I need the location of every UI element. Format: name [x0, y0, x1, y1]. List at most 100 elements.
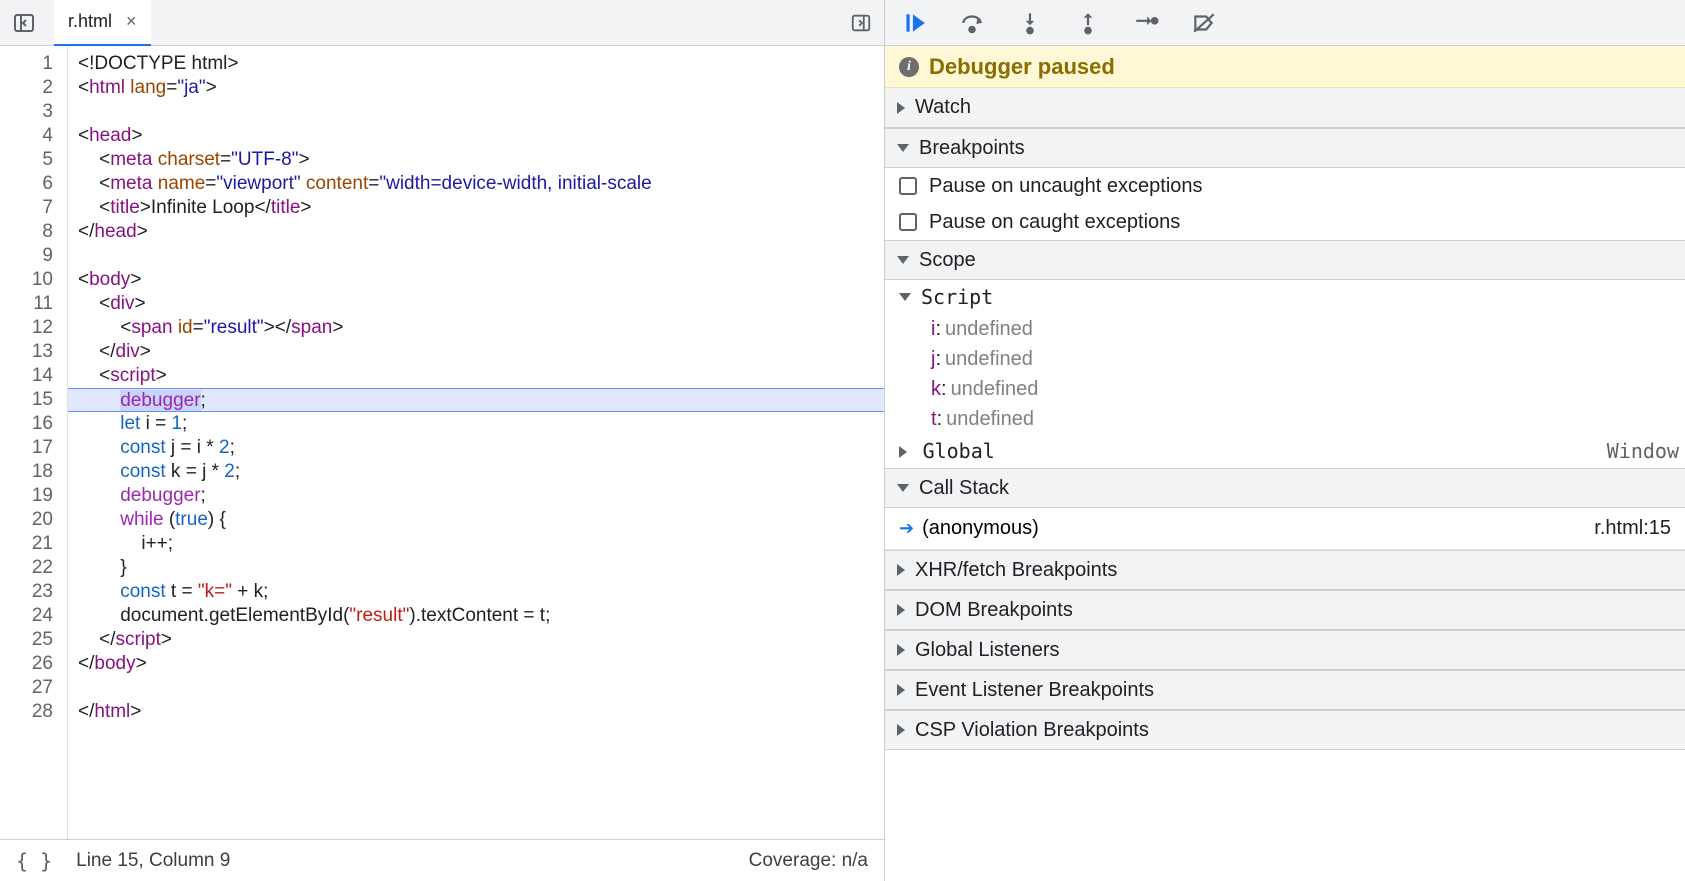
event-listener-breakpoints-header[interactable]: Event Listener Breakpoints	[885, 670, 1685, 710]
chevron-right-icon	[897, 604, 905, 616]
code-line[interactable]: let i = 1;	[78, 412, 884, 436]
step-out-button[interactable]	[1071, 6, 1105, 40]
code-line[interactable]: const t = "k=" + k;	[78, 580, 884, 604]
line-number[interactable]: 21	[0, 532, 53, 556]
code-line[interactable]: debugger;	[78, 484, 884, 508]
scope-script-row[interactable]: Script	[885, 280, 1685, 314]
code-line[interactable]: <meta name="viewport" content="width=dev…	[78, 172, 884, 196]
line-number[interactable]: 6	[0, 172, 53, 196]
chevron-down-icon	[899, 293, 911, 301]
code-line[interactable]: <script>	[78, 364, 884, 388]
code-line[interactable]: </body>	[78, 652, 884, 676]
pretty-print-button[interactable]: { }	[16, 849, 52, 873]
code-line[interactable]: document.getElementById("result").textCo…	[78, 604, 884, 628]
line-number[interactable]: 27	[0, 676, 53, 700]
code-line[interactable]	[78, 676, 884, 700]
line-number[interactable]: 23	[0, 580, 53, 604]
scope-variable-row[interactable]: i: undefined	[885, 314, 1685, 344]
scope-script-label: Script	[921, 285, 993, 309]
pause-uncaught-row[interactable]: Pause on uncaught exceptions	[885, 168, 1685, 204]
scope-variable-row[interactable]: j: undefined	[885, 344, 1685, 374]
scope-global-value: Window	[1607, 439, 1679, 463]
dom-breakpoints-header[interactable]: DOM Breakpoints	[885, 590, 1685, 630]
chevron-right-icon	[897, 644, 905, 656]
toggle-debugger-button[interactable]	[850, 0, 872, 46]
line-number[interactable]: 17	[0, 436, 53, 460]
scope-section-header[interactable]: Scope	[885, 240, 1685, 280]
line-number[interactable]: 4	[0, 124, 53, 148]
code-line[interactable]: }	[78, 556, 884, 580]
code-line[interactable]	[78, 100, 884, 124]
code-line[interactable]: <title>Infinite Loop</title>	[78, 196, 884, 220]
pause-uncaught-checkbox[interactable]	[899, 177, 917, 195]
code-line[interactable]: <!DOCTYPE html>	[78, 52, 884, 76]
editor-tab[interactable]: r.html ×	[54, 0, 151, 46]
xhr-breakpoints-header[interactable]: XHR/fetch Breakpoints	[885, 550, 1685, 590]
line-number[interactable]: 25	[0, 628, 53, 652]
deactivate-breakpoints-button[interactable]	[1187, 6, 1221, 40]
scope-global-label: Global	[923, 439, 995, 463]
line-number[interactable]: 28	[0, 700, 53, 724]
close-tab-icon[interactable]: ×	[126, 11, 137, 32]
line-number[interactable]: 20	[0, 508, 53, 532]
line-number[interactable]: 8	[0, 220, 53, 244]
pause-caught-checkbox[interactable]	[899, 213, 917, 231]
code-line[interactable]: <body>	[78, 268, 884, 292]
step-into-button[interactable]	[1013, 6, 1047, 40]
code-line[interactable]: i++;	[78, 532, 884, 556]
line-number[interactable]: 1	[0, 52, 53, 76]
breakpoints-section-header[interactable]: Breakpoints	[885, 128, 1685, 168]
code-line[interactable]: <meta charset="UTF-8">	[78, 148, 884, 172]
line-number[interactable]: 14	[0, 364, 53, 388]
code-line[interactable]: while (true) {	[78, 508, 884, 532]
code-line[interactable]: <span id="result"></span>	[78, 316, 884, 340]
code-line[interactable]: </script>	[78, 628, 884, 652]
code-line[interactable]: <html lang="ja">	[78, 76, 884, 100]
scope-variable-row[interactable]: k: undefined	[885, 374, 1685, 404]
scope-global-row[interactable]: Global Window	[885, 434, 1685, 468]
line-number[interactable]: 18	[0, 460, 53, 484]
toggle-navigator-button[interactable]	[12, 11, 36, 35]
line-number[interactable]: 13	[0, 340, 53, 364]
scope-variable-row[interactable]: t: undefined	[885, 404, 1685, 434]
line-number[interactable]: 10	[0, 268, 53, 292]
code-content[interactable]: <!DOCTYPE html><html lang="ja"> <head> <m…	[68, 46, 884, 839]
line-number[interactable]: 5	[0, 148, 53, 172]
debugger-toolbar	[885, 0, 1685, 46]
line-number[interactable]: 15	[0, 388, 53, 412]
code-line[interactable]: const k = j * 2;	[78, 460, 884, 484]
pause-uncaught-label: Pause on uncaught exceptions	[929, 175, 1203, 198]
pause-caught-row[interactable]: Pause on caught exceptions	[885, 204, 1685, 240]
stack-frame-location: r.html:15	[1594, 517, 1671, 540]
debugger-paused-banner: i Debugger paused	[885, 46, 1685, 88]
code-line[interactable]: const j = i * 2;	[78, 436, 884, 460]
step-over-button[interactable]	[955, 6, 989, 40]
code-line[interactable]: </html>	[78, 700, 884, 724]
debugger-paused-label: Debugger paused	[929, 54, 1115, 80]
code-line[interactable]: </div>	[78, 340, 884, 364]
code-line[interactable]: </head>	[78, 220, 884, 244]
line-number[interactable]: 19	[0, 484, 53, 508]
code-line[interactable]: <head>	[78, 124, 884, 148]
line-number[interactable]: 11	[0, 292, 53, 316]
csp-violation-breakpoints-header[interactable]: CSP Violation Breakpoints	[885, 710, 1685, 750]
line-number[interactable]: 26	[0, 652, 53, 676]
line-number[interactable]: 24	[0, 604, 53, 628]
watch-section-header[interactable]: Watch	[885, 88, 1685, 128]
code-editor[interactable]: 1234567891011121314151617181920212223242…	[0, 46, 884, 839]
line-number[interactable]: 2	[0, 76, 53, 100]
call-stack-frame[interactable]: ➔ (anonymous) r.html:15	[885, 508, 1685, 550]
code-line[interactable]: <div>	[78, 292, 884, 316]
call-stack-section-header[interactable]: Call Stack	[885, 468, 1685, 508]
code-line[interactable]	[78, 244, 884, 268]
code-line[interactable]: debugger;	[68, 388, 884, 412]
global-listeners-header[interactable]: Global Listeners	[885, 630, 1685, 670]
line-number[interactable]: 9	[0, 244, 53, 268]
line-number[interactable]: 22	[0, 556, 53, 580]
line-number[interactable]: 3	[0, 100, 53, 124]
step-button[interactable]	[1129, 6, 1163, 40]
resume-button[interactable]	[897, 6, 931, 40]
line-number[interactable]: 12	[0, 316, 53, 340]
line-number[interactable]: 16	[0, 412, 53, 436]
line-number[interactable]: 7	[0, 196, 53, 220]
